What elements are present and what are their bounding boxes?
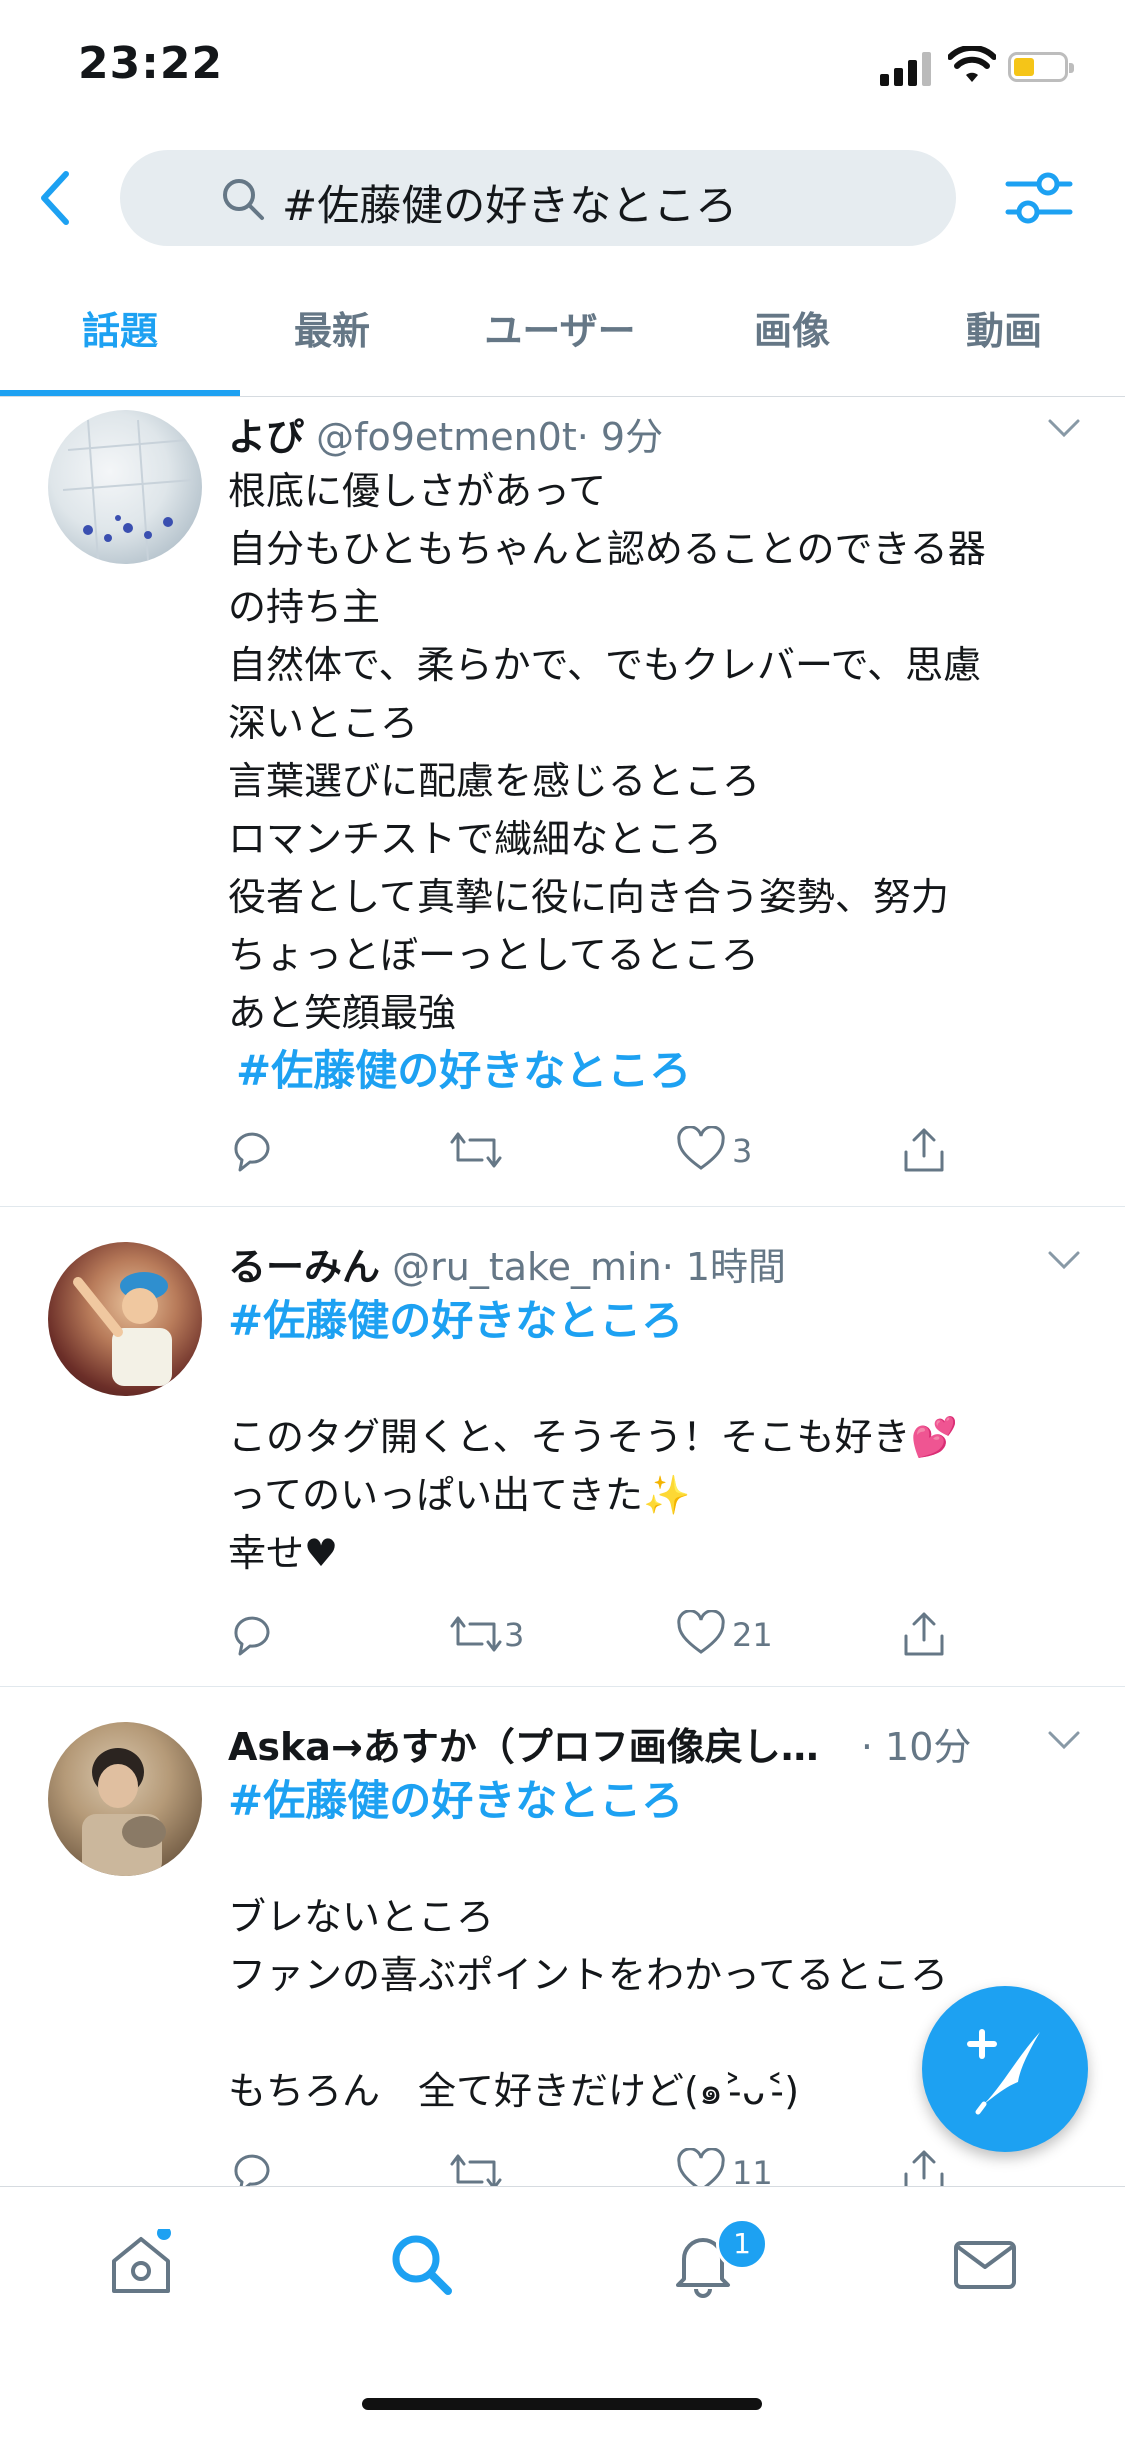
text-line: 自分もひともちゃんと認めることのできる器 (228, 527, 986, 571)
compose-tweet-button[interactable] (922, 1986, 1088, 2152)
hashtag-link[interactable]: #佐藤健の好きなところ (228, 1292, 958, 1350)
active-tab-indicator (0, 390, 240, 396)
search-icon (223, 179, 264, 220)
status-bar: 23:22 (0, 0, 1125, 140)
tweet[interactable]: よぴ @fo9etmen0t· 9分 根底に優しさがあって 自分もひともちゃんと… (0, 400, 1125, 1207)
text-line: あと笑顔最強 (228, 991, 457, 1035)
user-handle[interactable]: @fo9etmen0t (316, 415, 577, 459)
text-line: 言葉選びに配慮を感じるところ (228, 759, 761, 803)
heart-icon (677, 1610, 725, 1654)
battery-icon (1008, 52, 1074, 82)
avatar[interactable] (48, 1722, 202, 1876)
share-icon (904, 1612, 944, 1656)
messages-mail-icon[interactable] (950, 2229, 1020, 2299)
retweet-count: 3 (504, 1616, 525, 1654)
tweet-text: #佐藤健の好きなところ このタグ開くと、そうそう！そこも好き💕 ってのいっぱい出… (228, 1292, 958, 1582)
text-line: 幸せ♥ (228, 1531, 339, 1575)
text-line: ブレないところ (228, 1895, 495, 1939)
home-indicator (362, 2398, 762, 2410)
display-name[interactable]: よぴ (228, 415, 304, 459)
tweet-actions: 3 21 (228, 1610, 1028, 1660)
chevron-down-icon[interactable] (1047, 1730, 1081, 1752)
home-icon[interactable] (106, 2229, 176, 2299)
compose-feather-icon (967, 2029, 1040, 2115)
text-line: 深いところ (228, 701, 419, 745)
tweet-header: るーみん @ru_take_min· 1時間 (228, 1236, 786, 1291)
retweet-icon (450, 1132, 502, 1168)
notification-badge: 1 (716, 2218, 768, 2270)
text-line: 役者として真摯に役に向き合う姿勢、努力 (228, 875, 949, 919)
avatar[interactable] (48, 1242, 202, 1396)
retweet-icon (450, 1616, 502, 1652)
text-line: ってのいっぱい出てきた✨ (228, 1473, 691, 1517)
text-line: もちろん 全て好きだけど(๑˃̵ᴗ˂̵) (228, 2069, 800, 2113)
tweet-header: よぴ @fo9etmen0t· 9分 (228, 406, 663, 461)
reply-icon (234, 1616, 270, 1656)
chevron-down-icon[interactable] (1047, 1250, 1081, 1272)
text-line: ロマンチストで繊細なところ (228, 817, 723, 861)
cellular-signal-icon (880, 50, 940, 86)
back-arrow-icon[interactable] (36, 168, 76, 228)
reply-icon (234, 1132, 270, 1172)
wifi-icon (948, 46, 996, 82)
text-line: の持ち主 (228, 585, 381, 629)
tab-images[interactable]: 画像 (672, 300, 912, 396)
text-line (228, 2004, 948, 2062)
text-line: ちょっとぼーっとしてるところ (228, 933, 759, 977)
like-count: 3 (732, 1132, 753, 1170)
share-icon (904, 1128, 944, 1172)
like-count: 21 (732, 1616, 773, 1654)
tweet-time: · 10分 (860, 1725, 972, 1769)
user-handle[interactable]: @ru_take_min (392, 1245, 662, 1289)
text-line: 自然体で、柔らかで、でもクレバーで、思慮 (228, 643, 982, 687)
avatar[interactable] (48, 410, 202, 564)
tweet-header: Aska→あすか（プロフ画像戻し… · 10分 (228, 1716, 971, 1771)
tweet-text: 根底に優しさがあって 自分もひともちゃんと認めることのできる器 の持ち主 自然体… (228, 462, 986, 1100)
tweet-text: #佐藤健の好きなところ ブレないところ ファンの喜ぶポイントをわかってるところ … (228, 1772, 948, 2120)
tweet-time: · 1時間 (661, 1245, 787, 1289)
text-line: 根底に優しさがあって (228, 469, 607, 513)
tab-users[interactable]: ユーザー (440, 300, 680, 396)
chevron-down-icon[interactable] (1047, 418, 1081, 440)
text-line: ファンの喜ぶポイントをわかってるところ (228, 1953, 949, 1997)
hashtag-link[interactable]: #佐藤健の好きなところ (228, 1042, 986, 1100)
heart-icon (677, 1126, 725, 1170)
search-query: #佐藤健の好きなところ (282, 181, 738, 230)
search-icon[interactable] (386, 2229, 456, 2299)
tab-videos[interactable]: 動画 (884, 300, 1124, 396)
display-name[interactable]: るーみん (228, 1245, 380, 1289)
search-tabs: 話題 最新 ユーザー 画像 動画 (0, 300, 1125, 397)
text-line: このタグ開くと、そうそう！そこも好き💕 (228, 1415, 958, 1459)
tweet-time: · 9分 (576, 415, 664, 459)
status-time: 23:22 (78, 38, 224, 89)
tab-trending[interactable]: 話題 (0, 300, 240, 396)
hashtag-link[interactable]: #佐藤健の好きなところ (228, 1772, 948, 1830)
tweet-actions: 3 (228, 1126, 1028, 1176)
tweet[interactable]: るーみん @ru_take_min· 1時間 #佐藤健の好きなところ このタグ開… (0, 1206, 1125, 1687)
display-name[interactable]: Aska→あすか（プロフ画像戻し… (228, 1725, 819, 1769)
filter-settings-icon[interactable] (1004, 166, 1074, 230)
tab-latest[interactable]: 最新 (212, 300, 452, 396)
search-input[interactable]: #佐藤健の好きなところ (120, 150, 956, 246)
